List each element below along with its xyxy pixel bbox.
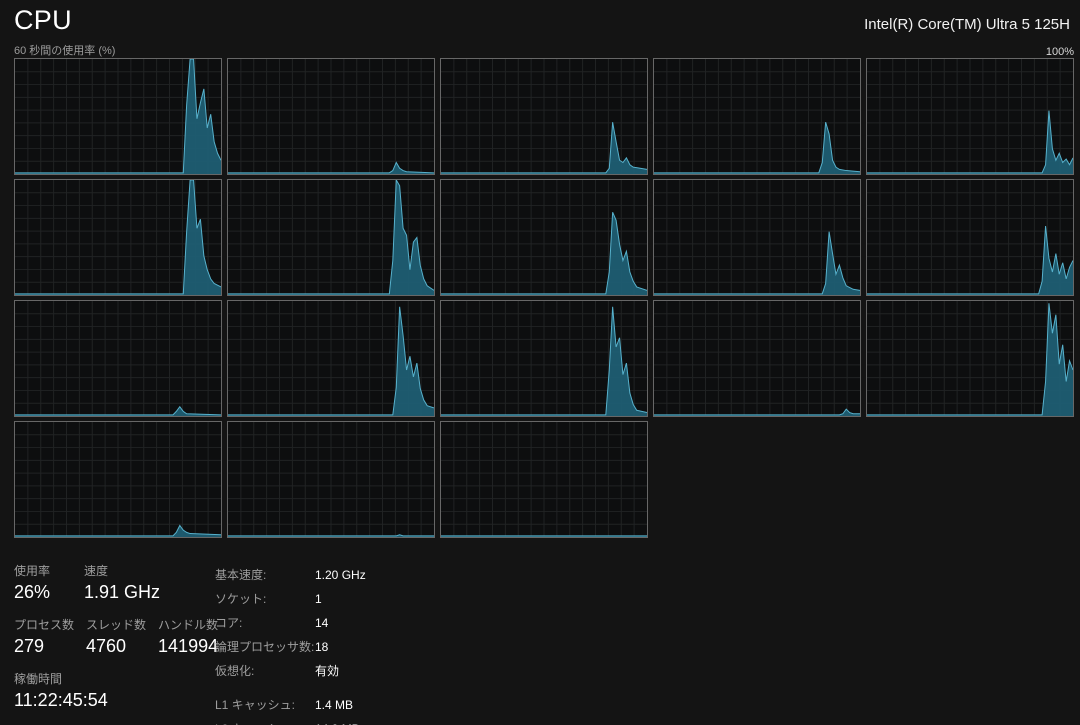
cpu-core-graph-0[interactable] [14,58,222,175]
detail-label: L1 キャッシュ: [215,696,315,713]
cpu-core-graph-7[interactable] [440,179,648,296]
graph-max-percent-label: 100% [1046,46,1074,58]
detail-label: L2 キャッシュ: [215,720,315,725]
stats-row-processes: プロセス数 279 スレッド数 4760 ハンドル数 141994 [14,616,230,657]
cpu-details-list: 基本速度: 1.20 GHz ソケット: 1 コア: 14 論理プロセッサ数: … [215,566,366,725]
cpu-core-graph-14[interactable] [866,300,1074,417]
processes-stat: プロセス数 279 [14,616,74,657]
cpu-core-graph-8[interactable] [653,179,861,296]
detail-label: コア: [215,614,315,631]
stats-row-uptime: 稼働時間 11:22:45:54 [14,670,230,711]
detail-value: 18 [315,640,366,654]
speed-value: 1.91 GHz [84,582,160,603]
cpu-core-graph-9[interactable] [866,179,1074,296]
processes-value: 279 [14,636,74,657]
cpu-core-graphs[interactable] [14,58,1074,538]
detail-value: 14 [315,616,366,630]
cpu-core-graph-11[interactable] [227,300,435,417]
handles-value: 141994 [158,636,218,657]
cpu-core-graph-16[interactable] [227,421,435,538]
task-manager-cpu-page: CPU Intel(R) Core(TM) Ultra 5 125H 60 秒間… [0,0,1080,725]
page-title: CPU [14,5,72,36]
handles-stat: ハンドル数 141994 [158,616,218,657]
stats-row-usage-speed: 使用率 26% 速度 1.91 GHz [14,562,230,603]
threads-value: 4760 [86,636,146,657]
detail-value: 1 [315,592,366,606]
detail-label: ソケット: [215,590,315,607]
details-spacer [215,686,366,689]
cpu-core-graph-5[interactable] [14,179,222,296]
cpu-core-graph-3[interactable] [653,58,861,175]
cpu-core-graph-17[interactable] [440,421,648,538]
graph-gridlines [867,59,1073,174]
usage-value: 26% [14,582,68,603]
cpu-core-graph-15[interactable] [14,421,222,538]
threads-stat: スレッド数 4760 [86,616,146,657]
cpu-model-name: Intel(R) Core(TM) Ultra 5 125H [864,16,1070,33]
usage-stat: 使用率 26% [14,562,68,603]
detail-value: 有効 [315,662,366,679]
cpu-stats: 使用率 26% 速度 1.91 GHz プロセス数 279 スレッド数 4760… [14,562,230,724]
cpu-core-graph-4[interactable] [866,58,1074,175]
graph-gridlines [15,422,221,537]
cpu-core-graph-2[interactable] [440,58,648,175]
cpu-core-graph-12[interactable] [440,300,648,417]
cpu-core-graph-13[interactable] [653,300,861,417]
processes-label: プロセス数 [14,616,74,633]
detail-label: 論理プロセッサ数: [215,638,315,655]
detail-value: 1.4 MB [315,698,366,712]
uptime-stat: 稼働時間 11:22:45:54 [14,670,108,711]
threads-label: スレッド数 [86,616,146,633]
graph-gridlines [228,59,434,174]
handles-label: ハンドル数 [158,616,218,633]
graph-axis-labels: 60 秒間の使用率 (%) 100% [14,42,1074,58]
cpu-core-graph-1[interactable] [227,58,435,175]
cpu-core-graph-10[interactable] [14,300,222,417]
graph-timescale-label: 60 秒間の使用率 (%) [14,42,115,58]
cpu-core-graph-6[interactable] [227,179,435,296]
graph-gridlines [867,301,1073,416]
detail-label: 基本速度: [215,566,315,583]
graph-gridlines [15,301,221,416]
graph-gridlines [654,301,860,416]
usage-label: 使用率 [14,562,68,579]
detail-label: 仮想化: [215,662,315,679]
detail-value: 1.20 GHz [315,568,366,582]
uptime-label: 稼働時間 [14,670,108,687]
speed-label: 速度 [84,562,160,579]
graph-gridlines [228,422,434,537]
graph-gridlines [441,422,647,537]
uptime-value: 11:22:45:54 [14,690,108,711]
speed-stat: 速度 1.91 GHz [84,562,160,603]
